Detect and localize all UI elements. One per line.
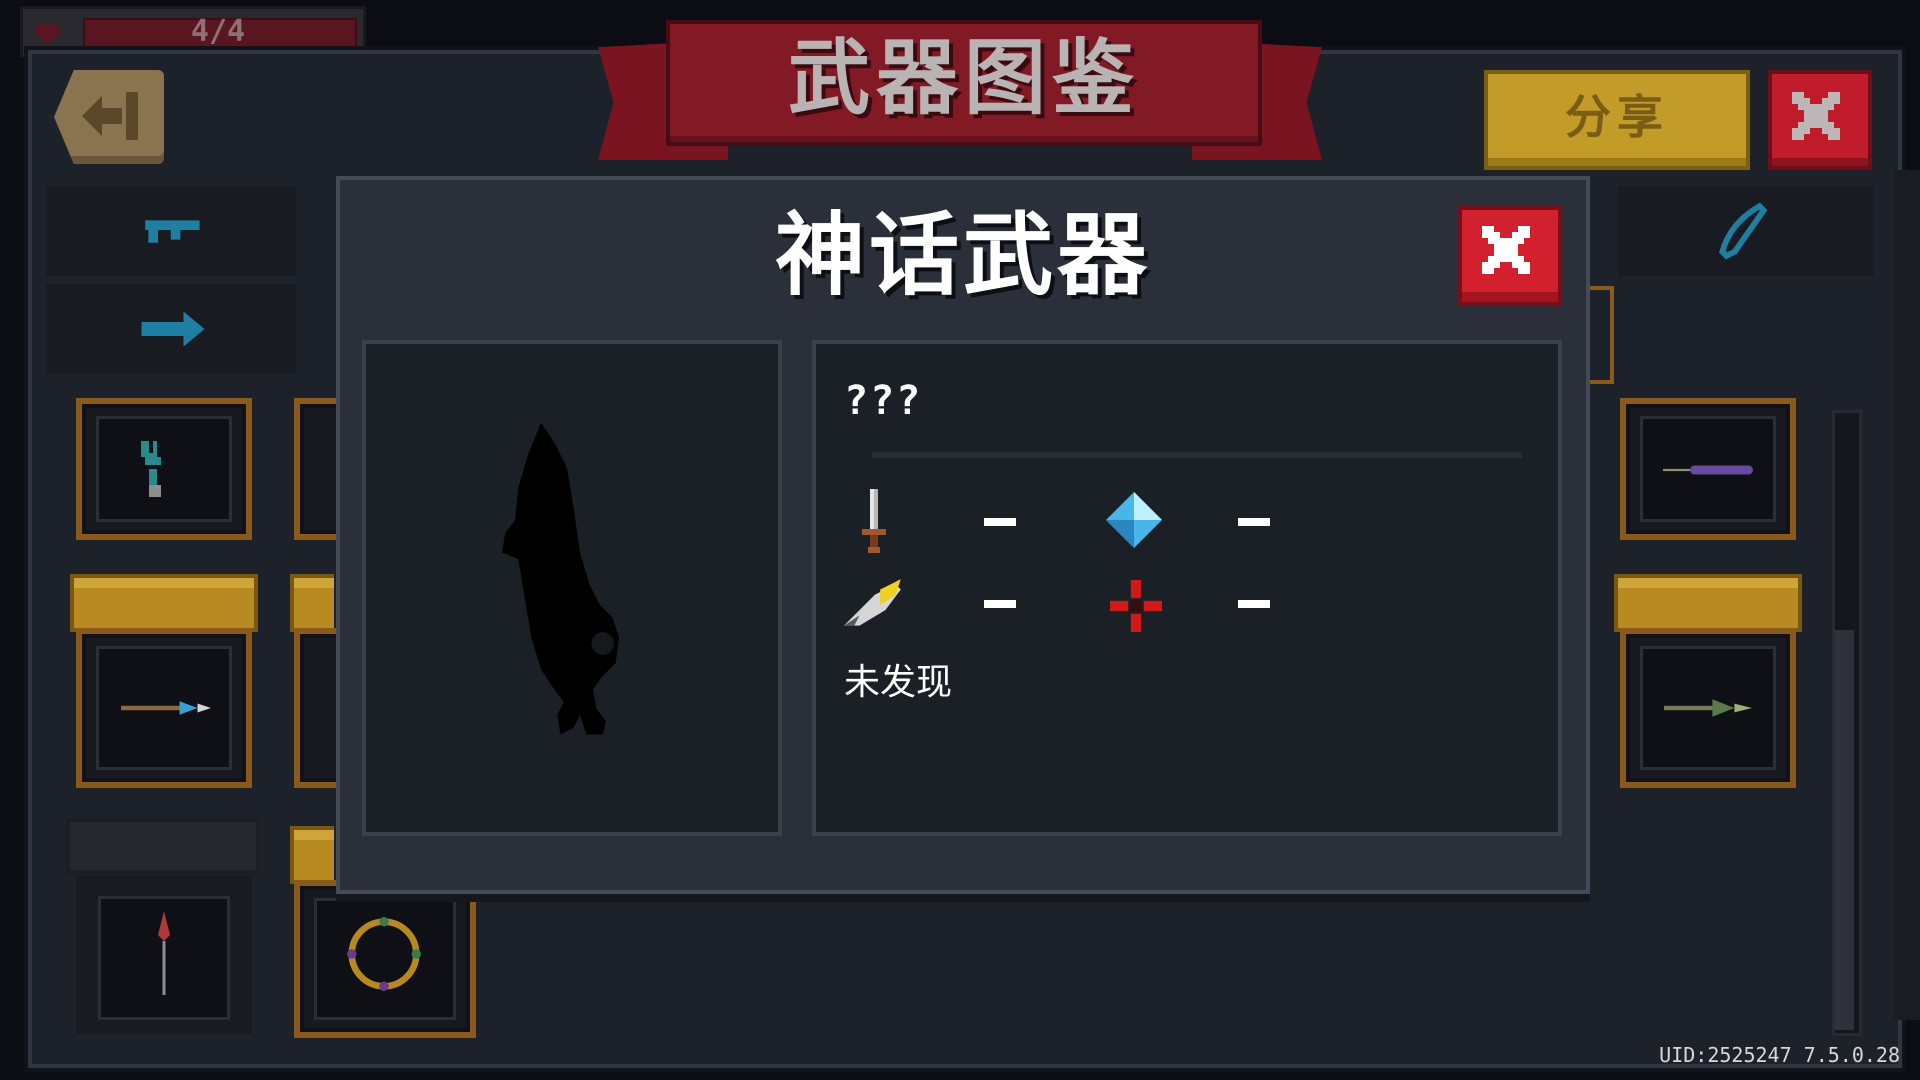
close-codex-button[interactable] xyxy=(1768,70,1872,170)
spear-weapon-icon xyxy=(121,701,211,715)
weapon-shelf xyxy=(290,574,334,632)
weapon-shelf xyxy=(70,574,258,632)
stat-value-accuracy xyxy=(1238,592,1270,616)
weapon-slot[interactable] xyxy=(76,398,252,540)
modal-title: 神话武器 xyxy=(775,203,1151,308)
side-strip xyxy=(1894,170,1920,1020)
weapon-shelf xyxy=(290,826,334,884)
category-tab-bow[interactable] xyxy=(1618,186,1874,276)
weapon-slot[interactable] xyxy=(294,880,476,1038)
weapon-slot-inner xyxy=(98,896,230,1020)
heart-icon xyxy=(36,23,60,44)
close-icon xyxy=(1482,226,1530,274)
energy-crystal-icon xyxy=(1106,492,1162,548)
page-title: 武器图鉴 xyxy=(787,31,1140,126)
hp-text: 4/4 xyxy=(190,14,246,49)
close-icon xyxy=(1792,92,1840,140)
bow-icon xyxy=(1719,202,1768,260)
critical-feather-icon xyxy=(844,579,901,626)
weapon-slot-inner xyxy=(96,646,232,770)
category-tab-arrow[interactable] xyxy=(46,284,296,374)
weapon-slot[interactable] xyxy=(1620,398,1796,540)
weapon-slot[interactable] xyxy=(76,876,252,1034)
ring-weapon-icon xyxy=(347,917,421,991)
sword-damage-icon xyxy=(862,489,886,553)
stat-value-damage xyxy=(984,510,1016,534)
weapon-shelf xyxy=(1614,574,1802,632)
dash-mark xyxy=(1238,518,1270,526)
weapon-slot[interactable] xyxy=(294,398,340,540)
weapon-shelf-locked xyxy=(66,818,260,874)
weapon-slot-inner xyxy=(1640,416,1776,522)
discovery-status: 未发现 xyxy=(844,662,953,703)
weapon-slot[interactable] xyxy=(1620,628,1796,788)
accuracy-crosshair-icon xyxy=(1110,580,1162,632)
dash-mark xyxy=(984,518,1016,526)
mythic-weapon-silhouette-icon xyxy=(502,422,619,735)
uid-version-text: UID:2525247 7.5.0.28 xyxy=(1659,1043,1900,1067)
dagger-weapon-icon xyxy=(158,911,170,995)
stat-value-energy xyxy=(1238,510,1270,534)
dash-mark xyxy=(1238,600,1270,608)
stat-value-critical xyxy=(984,592,1016,616)
category-tab-pistol[interactable] xyxy=(46,186,296,276)
back-arrow-icon xyxy=(82,92,138,140)
arrow-weapon-icon xyxy=(141,311,205,347)
dash-mark xyxy=(984,600,1016,608)
modal-close-button[interactable] xyxy=(1458,206,1562,306)
shovel-weapon-icon xyxy=(141,441,161,497)
weapon-slot[interactable] xyxy=(76,628,252,788)
weapon-slot[interactable] xyxy=(294,628,340,788)
pistol-icon xyxy=(145,220,200,243)
weapon-slot-inner xyxy=(1640,646,1776,770)
category-selection-bracket xyxy=(1590,286,1614,384)
weapon-slot-inner xyxy=(96,416,232,522)
weapon-preview-panel xyxy=(362,340,782,836)
share-button-label: 分享 xyxy=(1565,90,1669,144)
chain-weapon-icon xyxy=(1663,465,1753,475)
scrollbar-thumb[interactable] xyxy=(1834,630,1854,1030)
divider xyxy=(872,452,1522,458)
weapon-slot-inner xyxy=(314,898,456,1020)
trident-weapon-icon xyxy=(1664,699,1752,717)
weapon-name: ??? xyxy=(844,378,923,424)
